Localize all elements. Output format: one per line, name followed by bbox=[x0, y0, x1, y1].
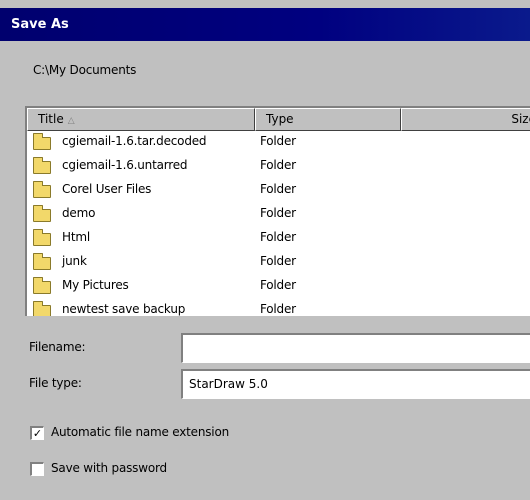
file-rows: cgiemail-1.6.tar.decoded Folder cgiemail… bbox=[27, 131, 530, 316]
folder-icon bbox=[33, 157, 51, 174]
auto-extension-checkbox[interactable]: ✓ bbox=[30, 426, 44, 440]
filetype-select[interactable]: StarDraw 5.0 bbox=[181, 369, 530, 399]
file-row[interactable]: Corel User Files Folder bbox=[27, 179, 530, 203]
auto-extension-label[interactable]: Automatic file name extension bbox=[51, 425, 229, 439]
file-name: junk bbox=[62, 254, 87, 268]
file-type: Folder bbox=[260, 254, 296, 268]
save-with-password-checkbox[interactable] bbox=[30, 462, 44, 476]
column-header-title-label: Title bbox=[38, 112, 64, 126]
folder-icon bbox=[33, 133, 51, 150]
file-row[interactable]: demo Folder bbox=[27, 203, 530, 227]
file-row[interactable]: Html Folder bbox=[27, 227, 530, 251]
file-type: Folder bbox=[260, 182, 296, 196]
filename-label: Filename: bbox=[29, 340, 86, 354]
file-name: cgiemail-1.6.tar.decoded bbox=[62, 134, 207, 148]
column-header-type[interactable]: Type bbox=[255, 108, 401, 131]
file-type: Folder bbox=[260, 134, 296, 148]
file-name: cgiemail-1.6.untarred bbox=[62, 158, 188, 172]
folder-icon bbox=[33, 181, 51, 198]
file-type: Folder bbox=[260, 206, 296, 220]
folder-icon bbox=[33, 301, 51, 316]
file-type: Folder bbox=[260, 302, 296, 316]
window-title: Save As bbox=[11, 17, 69, 32]
file-name: My Pictures bbox=[62, 278, 129, 292]
current-path: C:\My Documents bbox=[33, 63, 137, 77]
file-name: Html bbox=[62, 230, 90, 244]
file-list[interactable]: Title△ Type Size cgiemail-1.6.tar.decode… bbox=[25, 106, 530, 316]
filename-input[interactable] bbox=[181, 333, 530, 363]
file-type: Folder bbox=[260, 278, 296, 292]
file-row[interactable]: junk Folder bbox=[27, 251, 530, 275]
file-name: newtest save backup bbox=[62, 302, 186, 316]
column-header-size[interactable]: Size bbox=[401, 108, 530, 131]
file-name: Corel User Files bbox=[62, 182, 152, 196]
folder-icon bbox=[33, 229, 51, 246]
folder-icon bbox=[33, 253, 51, 270]
file-type: Folder bbox=[260, 158, 296, 172]
save-with-password-label[interactable]: Save with password bbox=[51, 461, 167, 475]
sort-ascending-icon: △ bbox=[67, 116, 75, 126]
file-row[interactable]: newtest save backup Folder bbox=[27, 299, 530, 316]
column-header-size-label: Size bbox=[511, 112, 530, 126]
file-row[interactable]: cgiemail-1.6.untarred Folder bbox=[27, 155, 530, 179]
file-row[interactable]: cgiemail-1.6.tar.decoded Folder bbox=[27, 131, 530, 155]
folder-icon bbox=[33, 277, 51, 294]
folder-icon bbox=[33, 205, 51, 222]
file-type: Folder bbox=[260, 230, 296, 244]
column-header-title[interactable]: Title △ bbox=[27, 108, 255, 131]
file-name: demo bbox=[62, 206, 96, 220]
filetype-label: File type: bbox=[29, 376, 82, 390]
title-bar[interactable]: Save As bbox=[0, 8, 530, 41]
column-header-type-label: Type bbox=[266, 112, 294, 126]
file-row[interactable]: My Pictures Folder bbox=[27, 275, 530, 299]
